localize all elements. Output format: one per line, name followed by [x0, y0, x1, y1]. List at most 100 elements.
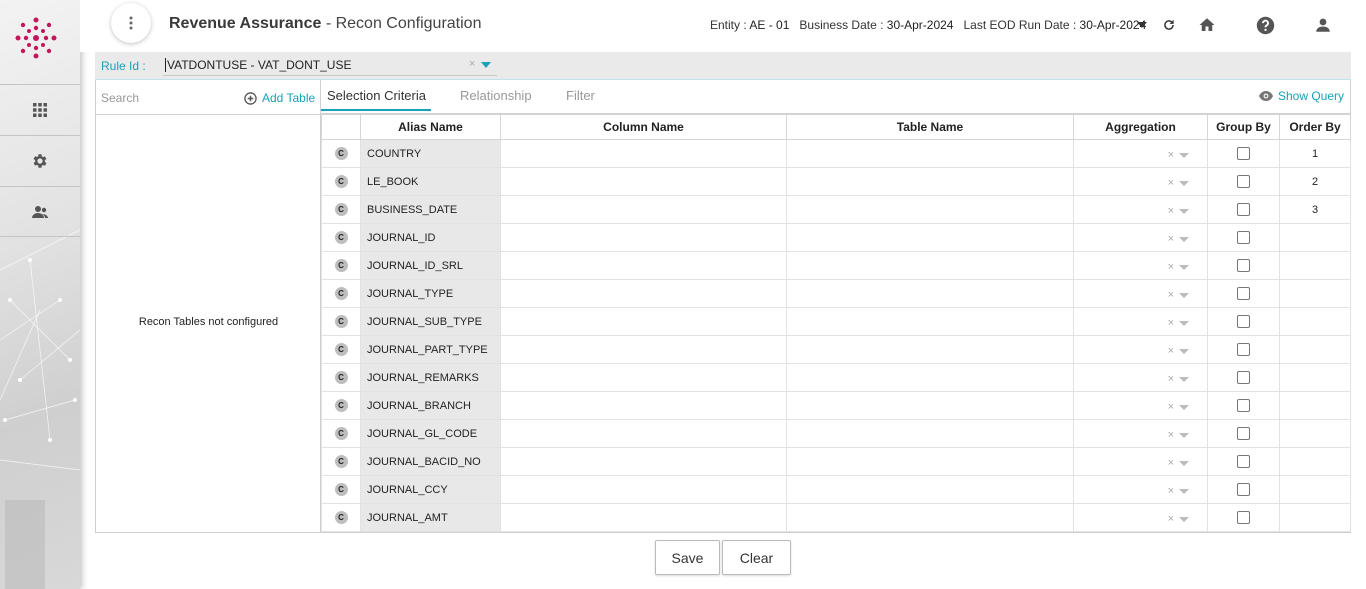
clear-icon[interactable]: ×: [1168, 178, 1174, 189]
user-profile-button[interactable]: [1312, 14, 1334, 36]
order-by-cell[interactable]: 1: [1279, 139, 1351, 168]
group-by-checkbox[interactable]: [1237, 483, 1250, 496]
column-name-cell[interactable]: [500, 447, 787, 476]
alias-name-cell[interactable]: JOURNAL_BRANCH: [360, 391, 501, 420]
table-name-cell[interactable]: [786, 475, 1074, 504]
dropdown-caret-icon[interactable]: [1179, 152, 1189, 158]
clear-icon[interactable]: ×: [1168, 458, 1174, 469]
clear-icon[interactable]: ×: [1168, 290, 1174, 301]
clear-icon[interactable]: ×: [1168, 206, 1174, 217]
alias-name-cell[interactable]: JOURNAL_SUB_TYPE: [360, 307, 501, 336]
refresh-button[interactable]: [1158, 14, 1180, 36]
clear-icon[interactable]: ×: [1168, 234, 1174, 245]
alias-name-cell[interactable]: LE_BOOK: [360, 167, 501, 196]
dropdown-caret-icon[interactable]: [1179, 236, 1189, 242]
app-logo-icon[interactable]: [14, 16, 58, 60]
settings-menu-button[interactable]: [0, 135, 80, 186]
table-name-cell[interactable]: [786, 447, 1074, 476]
order-by-cell[interactable]: [1279, 279, 1351, 308]
aggregation-select[interactable]: ×: [1073, 307, 1208, 336]
aggregation-select[interactable]: ×: [1073, 419, 1208, 448]
aggregation-select[interactable]: ×: [1073, 503, 1208, 532]
column-name-cell[interactable]: [500, 363, 787, 392]
dropdown-caret-icon[interactable]: [1179, 348, 1189, 354]
aggregation-select[interactable]: ×: [1073, 447, 1208, 476]
save-button[interactable]: Save: [655, 540, 720, 575]
dropdown-caret-icon[interactable]: [1179, 208, 1189, 214]
dropdown-caret-icon[interactable]: [1179, 516, 1189, 522]
table-name-cell[interactable]: [786, 251, 1074, 280]
column-name-cell[interactable]: [500, 475, 787, 504]
group-by-checkbox[interactable]: [1237, 231, 1250, 244]
alias-name-cell[interactable]: JOURNAL_REMARKS: [360, 363, 501, 392]
column-name-cell[interactable]: [500, 419, 787, 448]
dropdown-caret-icon[interactable]: [1179, 376, 1189, 382]
users-menu-button[interactable]: [0, 186, 80, 237]
column-name-cell[interactable]: [500, 167, 787, 196]
table-name-cell[interactable]: [786, 307, 1074, 336]
aggregation-select[interactable]: ×: [1073, 195, 1208, 224]
group-by-checkbox[interactable]: [1237, 259, 1250, 272]
alias-name-cell[interactable]: BUSINESS_DATE: [360, 195, 501, 224]
clear-icon[interactable]: ×: [1168, 486, 1174, 497]
context-dropdown-button[interactable]: [1131, 14, 1153, 36]
group-by-checkbox[interactable]: [1237, 399, 1250, 412]
add-table-button[interactable]: Add Table: [244, 91, 315, 105]
column-name-cell[interactable]: [500, 391, 787, 420]
group-by-checkbox[interactable]: [1237, 371, 1250, 384]
group-by-checkbox[interactable]: [1237, 315, 1250, 328]
clear-icon[interactable]: ×: [1168, 262, 1174, 273]
order-by-cell[interactable]: [1279, 335, 1351, 364]
tab-filter[interactable]: Filter: [566, 88, 595, 103]
column-name-cell[interactable]: [500, 251, 787, 280]
clear-icon[interactable]: ×: [1168, 318, 1174, 329]
help-button[interactable]: [1254, 14, 1276, 36]
table-name-cell[interactable]: [786, 335, 1074, 364]
alias-name-cell[interactable]: COUNTRY: [360, 139, 501, 168]
kebab-menu-button[interactable]: [111, 3, 151, 43]
aggregation-select[interactable]: ×: [1073, 251, 1208, 280]
group-by-checkbox[interactable]: [1237, 455, 1250, 468]
clear-icon[interactable]: ×: [1168, 430, 1174, 441]
order-by-cell[interactable]: [1279, 447, 1351, 476]
aggregation-select[interactable]: ×: [1073, 391, 1208, 420]
column-name-cell[interactable]: [500, 335, 787, 364]
column-name-cell[interactable]: [500, 139, 787, 168]
column-name-cell[interactable]: [500, 195, 787, 224]
aggregation-select[interactable]: ×: [1073, 363, 1208, 392]
dropdown-caret-icon[interactable]: [1179, 292, 1189, 298]
column-name-cell[interactable]: [500, 307, 787, 336]
order-by-cell[interactable]: [1279, 223, 1351, 252]
dropdown-caret-icon[interactable]: [1179, 264, 1189, 270]
clear-icon[interactable]: ×: [1168, 374, 1174, 385]
alias-name-cell[interactable]: JOURNAL_GL_CODE: [360, 419, 501, 448]
group-by-checkbox[interactable]: [1237, 175, 1250, 188]
order-by-cell[interactable]: [1279, 391, 1351, 420]
alias-name-cell[interactable]: JOURNAL_TYPE: [360, 279, 501, 308]
group-by-checkbox[interactable]: [1237, 343, 1250, 356]
aggregation-select[interactable]: ×: [1073, 335, 1208, 364]
dropdown-caret-icon[interactable]: [1179, 404, 1189, 410]
aggregation-select[interactable]: ×: [1073, 139, 1208, 168]
table-name-cell[interactable]: [786, 139, 1074, 168]
show-query-button[interactable]: Show Query: [1258, 89, 1344, 103]
dropdown-caret-icon[interactable]: [1179, 180, 1189, 186]
order-by-cell[interactable]: [1279, 419, 1351, 448]
order-by-cell[interactable]: [1279, 475, 1351, 504]
clear-icon[interactable]: ×: [1168, 150, 1174, 161]
table-name-cell[interactable]: [786, 279, 1074, 308]
dropdown-caret-icon[interactable]: [481, 62, 491, 68]
table-name-cell[interactable]: [786, 223, 1074, 252]
group-by-checkbox[interactable]: [1237, 427, 1250, 440]
alias-name-cell[interactable]: JOURNAL_AMT: [360, 503, 501, 532]
rule-id-select[interactable]: VATDONTUSE - VAT_DONT_USE ×: [163, 56, 497, 76]
dropdown-caret-icon[interactable]: [1179, 488, 1189, 494]
table-name-cell[interactable]: [786, 195, 1074, 224]
aggregation-select[interactable]: ×: [1073, 223, 1208, 252]
dropdown-caret-icon[interactable]: [1179, 432, 1189, 438]
order-by-cell[interactable]: 3: [1279, 195, 1351, 224]
clear-button[interactable]: Clear: [722, 540, 791, 575]
table-name-cell[interactable]: [786, 363, 1074, 392]
aggregation-select[interactable]: ×: [1073, 475, 1208, 504]
order-by-cell[interactable]: [1279, 363, 1351, 392]
